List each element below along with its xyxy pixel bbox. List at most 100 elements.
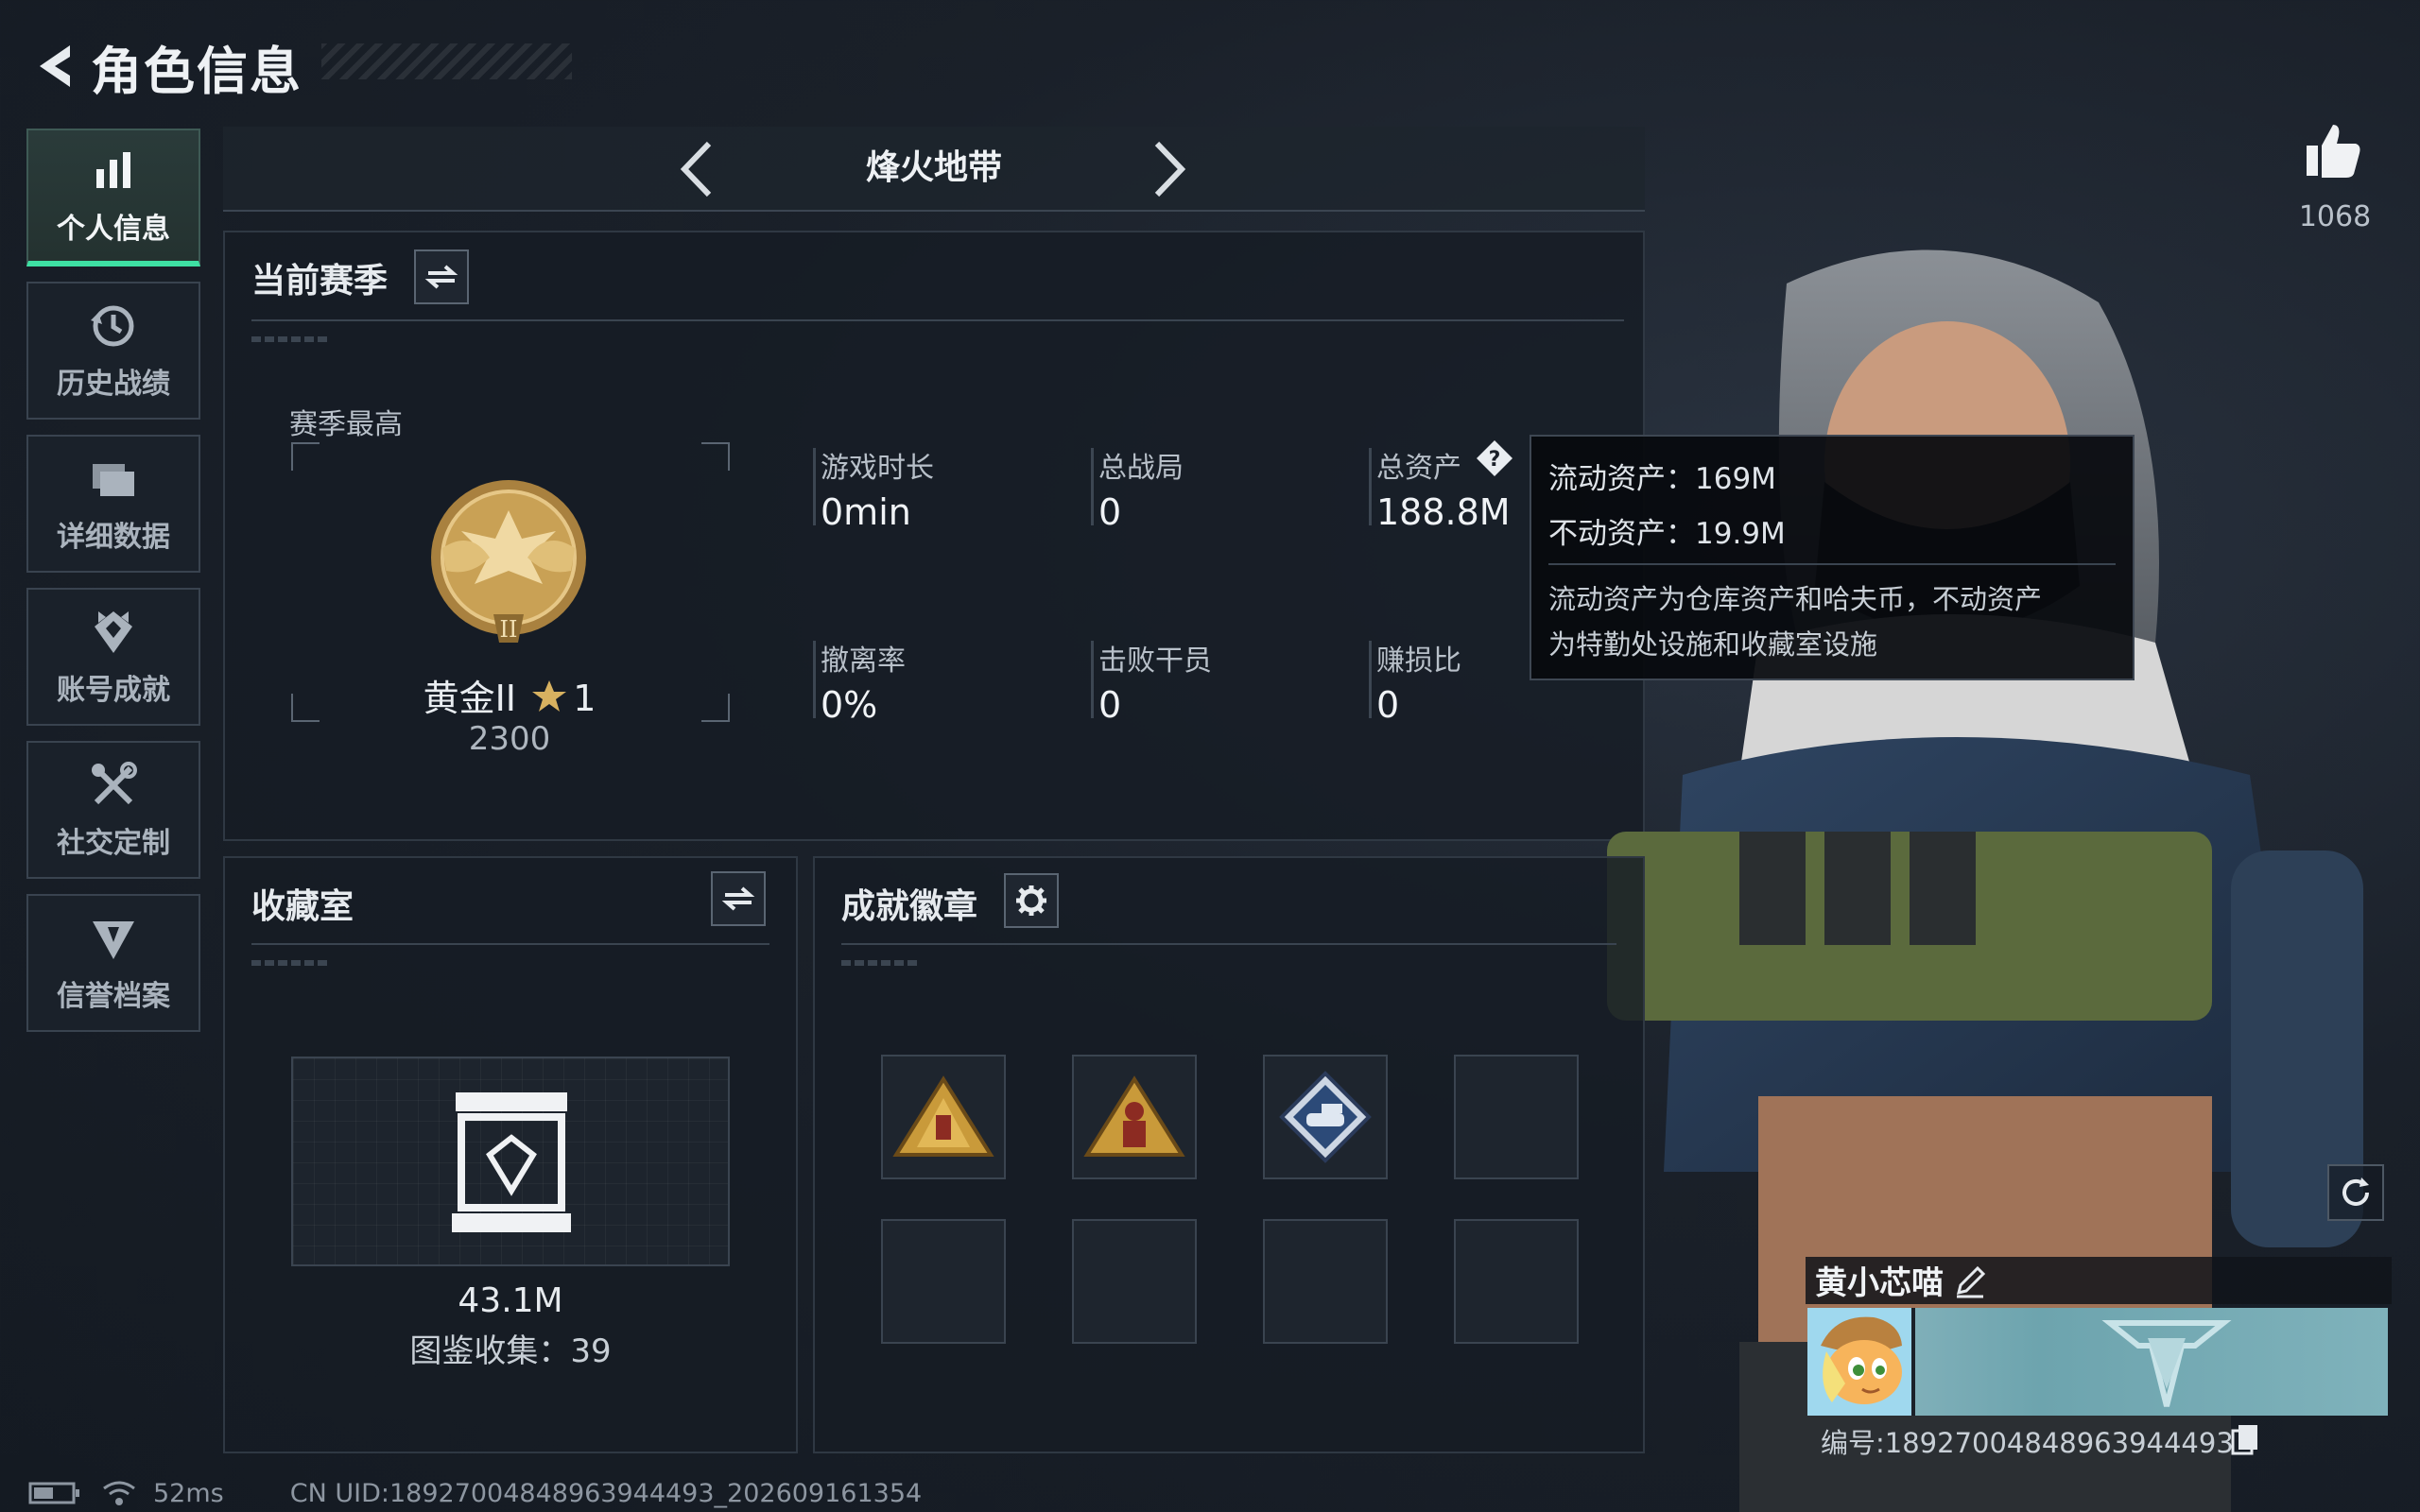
stat-divider xyxy=(1091,641,1094,718)
mode-title: 烽火地带 xyxy=(865,148,1002,187)
avatar[interactable] xyxy=(1807,1308,1915,1416)
sidebar-item-personal-info[interactable]: 个人信息 xyxy=(26,129,200,266)
collection-value: 43.1M xyxy=(458,1281,563,1320)
svg-text:?: ? xyxy=(1489,448,1501,472)
header: 角色信息 xyxy=(28,28,302,104)
prev-mode-icon[interactable] xyxy=(673,140,720,198)
stat-label-total-matches: 总战局 xyxy=(1098,452,1184,485)
sidebar-item-label: 信誉档案 xyxy=(57,980,170,1013)
blue-diamond-tank-badge-icon xyxy=(1279,1071,1372,1163)
achievement-badge-slot-empty[interactable] xyxy=(1072,1219,1197,1344)
achievement-badge-slot[interactable] xyxy=(1072,1055,1197,1179)
history-clock-icon xyxy=(87,300,140,352)
collection-switch-button[interactable] xyxy=(711,871,766,926)
uid-text: CN UID:18927004848963944493_202609161354 xyxy=(289,1478,923,1508)
tooltip-fixed-assets: 不动资产：19.9M xyxy=(1548,517,1786,551)
achievement-badge-slot[interactable] xyxy=(1263,1055,1388,1179)
title-decoration xyxy=(321,43,572,79)
switch-season-button[interactable] xyxy=(414,249,469,304)
achievement-decoration xyxy=(841,960,921,966)
achievement-badge-slot-empty[interactable] xyxy=(1454,1055,1579,1179)
sidebar-item-label: 历史战绩 xyxy=(57,368,170,401)
achievement-badge-slot[interactable] xyxy=(881,1055,1006,1179)
rotate-model-button[interactable] xyxy=(2327,1164,2384,1221)
collection-decoration xyxy=(251,960,331,966)
achievement-divider xyxy=(841,943,1616,945)
season-divider xyxy=(251,319,1624,321)
stat-value-kills: 0 xyxy=(1098,684,1122,726)
stat-label-kills: 击败干员 xyxy=(1098,644,1212,678)
sidebar-item-label: 社交定制 xyxy=(57,827,170,860)
sidebar-item-label: 账号成就 xyxy=(57,674,170,707)
tools-icon xyxy=(87,759,140,812)
stat-divider xyxy=(813,641,816,718)
sidebar-item-detail-data[interactable]: 详细数据 xyxy=(26,435,200,573)
edit-pencil-icon[interactable] xyxy=(1951,1263,1989,1300)
collection-count: 图鉴收集：39 xyxy=(409,1332,612,1370)
help-question-icon[interactable]: ? xyxy=(1475,438,1514,478)
stat-value-total-matches: 0 xyxy=(1098,491,1122,533)
swap-icon xyxy=(721,886,755,911)
gear-icon xyxy=(1016,885,1046,916)
stat-label-total-assets: 总资产 xyxy=(1376,452,1461,485)
achievement-badge-slot-empty[interactable] xyxy=(881,1219,1006,1344)
pony-avatar-icon xyxy=(1807,1308,1911,1416)
thumbs-up-icon[interactable] xyxy=(2303,121,2363,181)
sidebar: 个人信息 历史战绩 详细数据 账号成就 社交定制 信誉档案 xyxy=(26,129,200,1047)
stat-value-profit-ratio: 0 xyxy=(1376,684,1400,726)
sidebar-item-social[interactable]: 社交定制 xyxy=(26,741,200,879)
rank-stars: 1 xyxy=(573,678,596,719)
rank-score: 2300 xyxy=(468,720,551,758)
display-case-icon xyxy=(452,1092,571,1234)
tooltip-divider xyxy=(1548,563,2116,565)
stat-value-extract-rate: 0% xyxy=(821,684,878,726)
achievement-badge-slot-empty[interactable] xyxy=(1263,1219,1388,1344)
sidebar-item-label: 个人信息 xyxy=(57,213,170,246)
collection-card[interactable] xyxy=(291,1057,730,1266)
page-title: 角色信息 xyxy=(91,41,302,101)
soldier-pyramid-badge-icon xyxy=(1083,1075,1185,1157)
stat-value-playtime: 0min xyxy=(821,491,911,533)
status-bar: 52ms CN UID:18927004848963944493_2026091… xyxy=(28,1476,922,1510)
sidebar-item-credit[interactable]: 信誉档案 xyxy=(26,894,200,1032)
stat-label-extract-rate: 撤离率 xyxy=(821,644,906,678)
back-arrow-icon[interactable] xyxy=(28,40,81,93)
frame-corner xyxy=(701,442,730,471)
like-count: 1068 xyxy=(2298,200,2372,233)
stat-divider xyxy=(1091,448,1094,525)
collection-title: 收藏室 xyxy=(251,887,354,926)
rank-name: 黄金II xyxy=(423,678,517,719)
stat-divider xyxy=(813,448,816,525)
tooltip-description-line-2: 为特勤处设施和收藏室设施 xyxy=(1548,628,1878,661)
stat-label-profit-ratio: 赚损比 xyxy=(1376,644,1461,678)
svg-text:II: II xyxy=(500,616,518,643)
sidebar-item-achievement[interactable]: 账号成就 xyxy=(26,588,200,726)
tooltip-description-line-1: 流动资产为仓库资产和哈夫币，不动资产 xyxy=(1548,583,2043,615)
rotate-icon xyxy=(2342,1177,2369,1206)
sidebar-item-history[interactable]: 历史战绩 xyxy=(26,282,200,420)
player-id: 编号:18927004848963944493 xyxy=(1821,1427,2234,1459)
collection-divider xyxy=(251,943,769,945)
stat-label-playtime: 游戏时长 xyxy=(821,452,934,485)
gold-rank-emblem-icon: II xyxy=(424,472,594,662)
rank-name-row: 黄金II 1 xyxy=(289,669,730,721)
banner-emblem-icon xyxy=(2101,1320,2232,1407)
shield-badge-icon xyxy=(87,912,140,965)
sidebar-item-label: 详细数据 xyxy=(57,521,170,554)
stat-divider xyxy=(1369,448,1372,525)
folders-icon xyxy=(87,453,140,506)
season-title: 当前赛季 xyxy=(251,262,389,301)
achievement-badge-slot-empty[interactable] xyxy=(1454,1219,1579,1344)
wifi-icon xyxy=(100,1479,138,1507)
assets-tooltip: 流动资产：169M 不动资产：19.9M 流动资产为仓库资产和哈夫币，不动资产 … xyxy=(1530,435,2135,680)
star-icon xyxy=(530,679,568,714)
next-mode-icon[interactable] xyxy=(1146,140,1193,198)
stat-divider xyxy=(1369,641,1372,718)
season-decoration xyxy=(251,336,331,342)
stat-value-total-assets: 188.8M xyxy=(1376,491,1511,533)
frame-corner xyxy=(291,442,320,471)
copy-icon[interactable] xyxy=(2231,1423,2259,1455)
season-best-label: 赛季最高 xyxy=(289,408,403,441)
achievement-settings-button[interactable] xyxy=(1004,873,1059,928)
player-name: 黄小芯喵 xyxy=(1815,1264,1944,1302)
